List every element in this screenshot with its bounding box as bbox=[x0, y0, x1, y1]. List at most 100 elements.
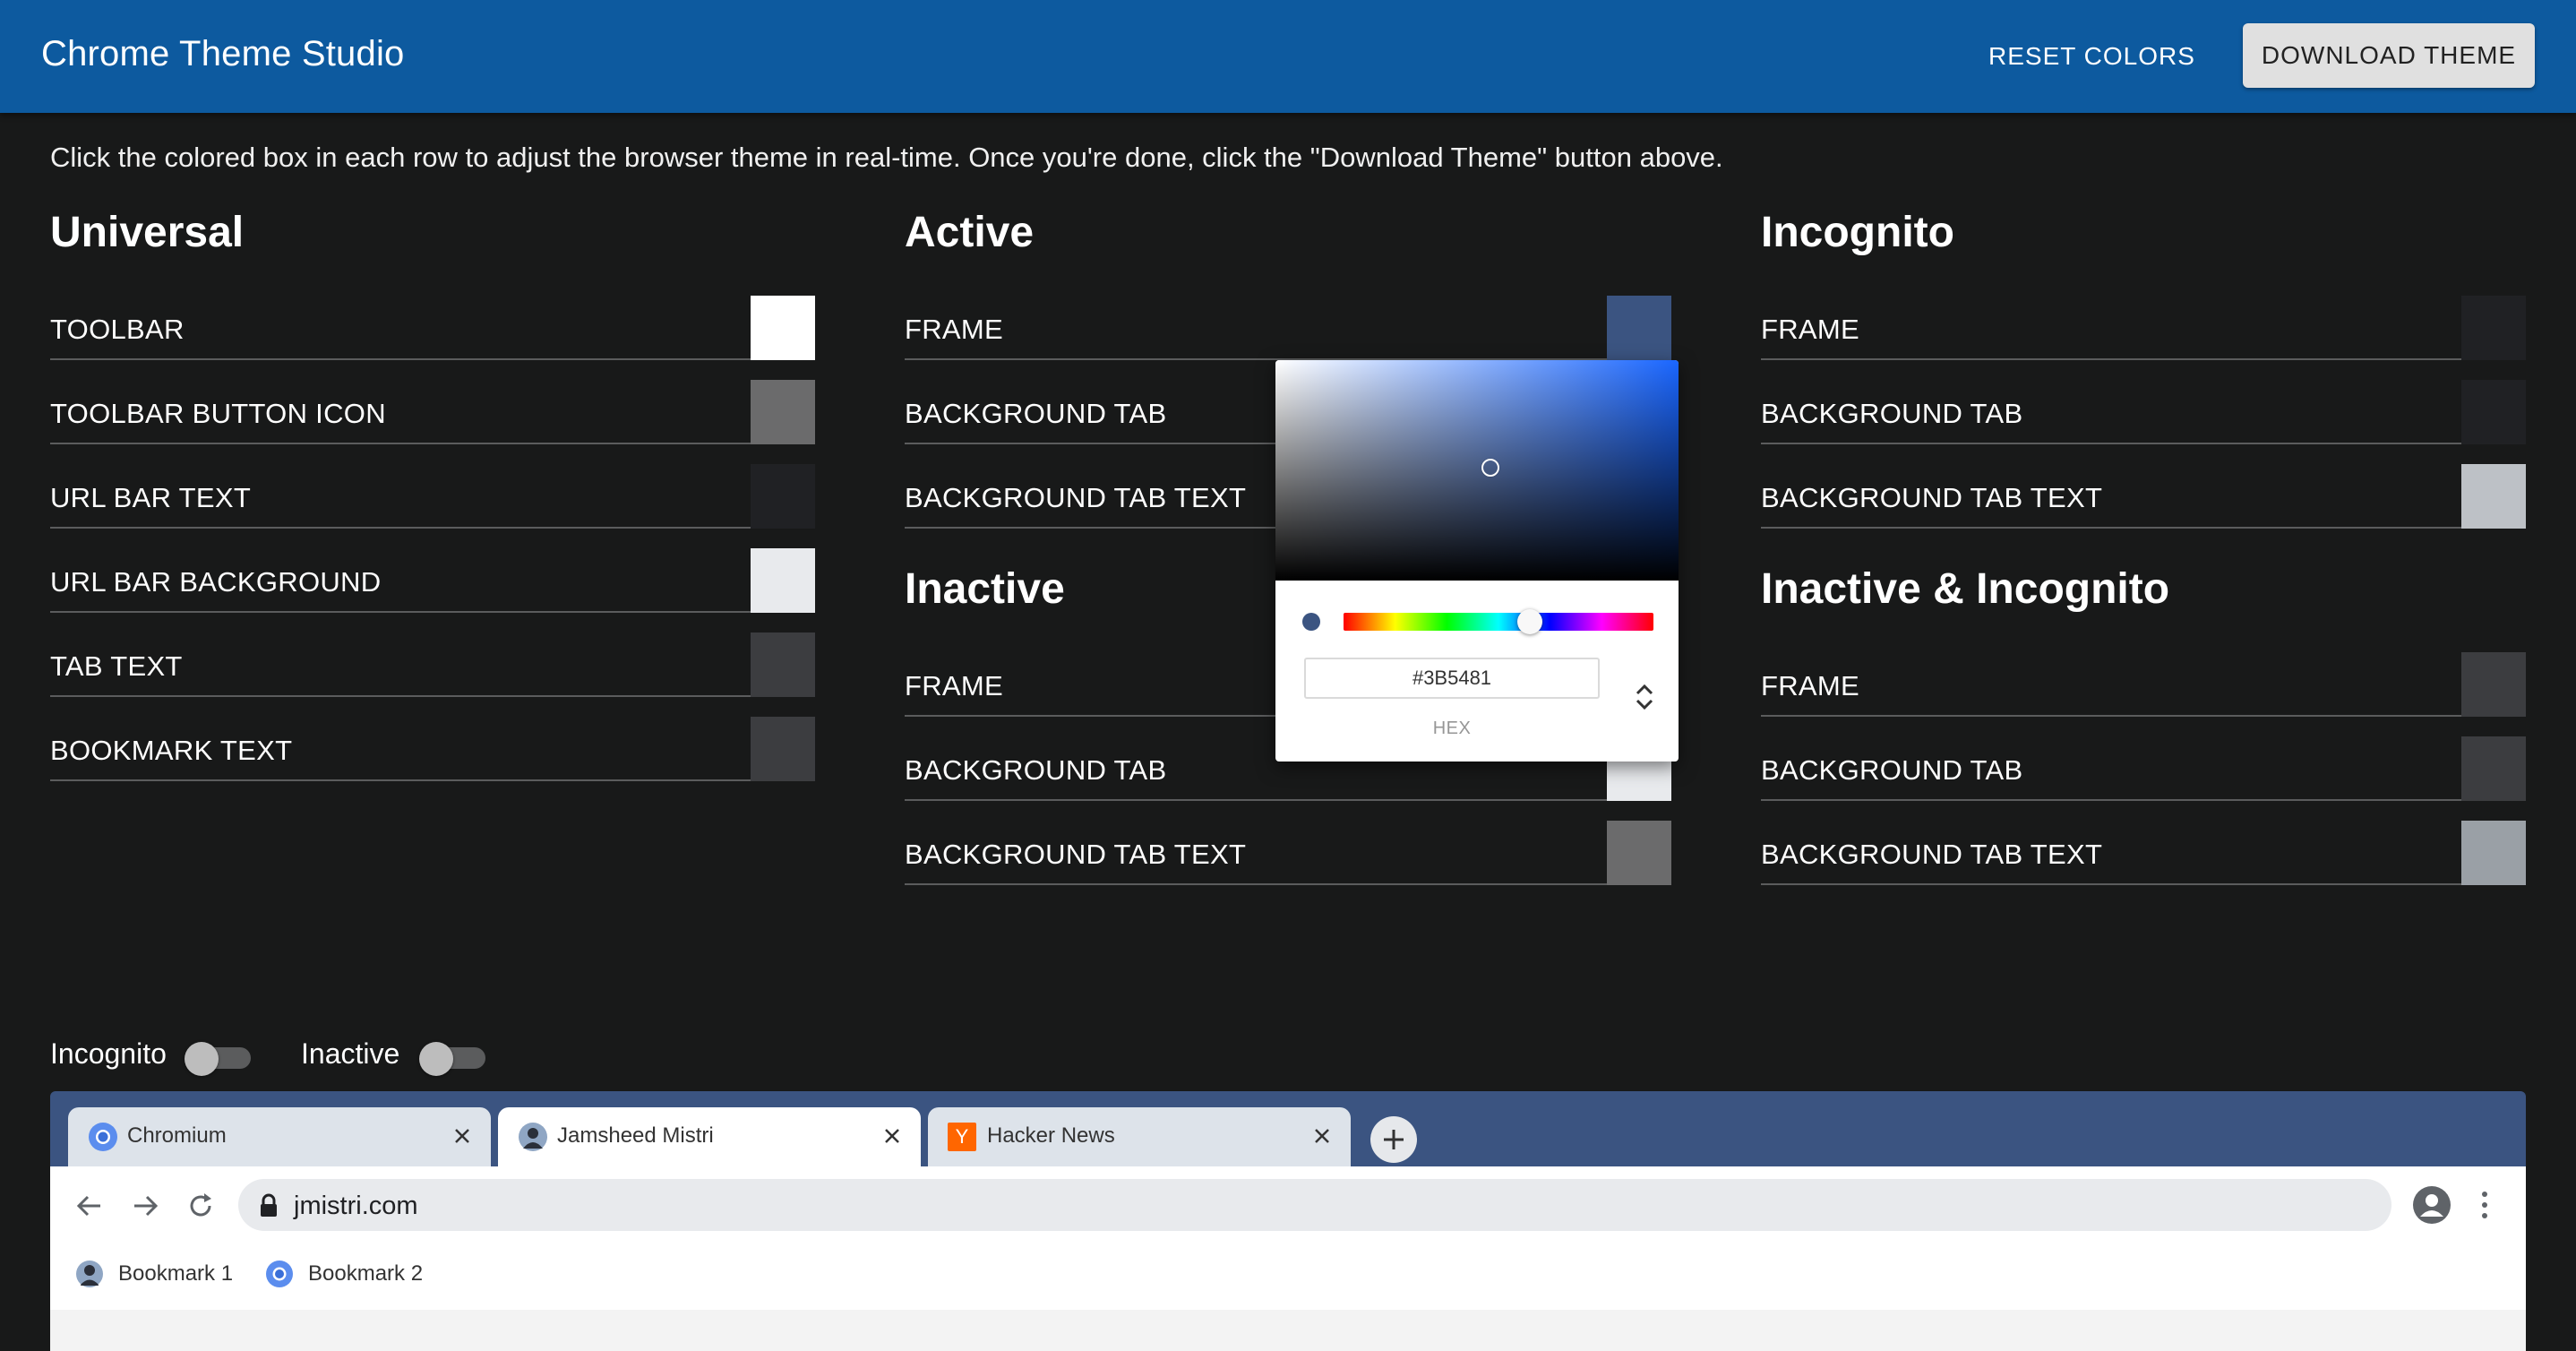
app-title: Chrome Theme Studio bbox=[41, 34, 404, 74]
color-swatch[interactable] bbox=[1607, 296, 1671, 360]
preview-toolbar: jmistri.com Bookmark 1 bbox=[50, 1166, 2526, 1351]
section-title-universal: Universal bbox=[50, 208, 244, 257]
toggle-thumb bbox=[185, 1042, 219, 1076]
section-title-active: Active bbox=[905, 208, 1034, 257]
reset-colors-button[interactable]: RESET COLORS bbox=[1988, 34, 2195, 79]
color-row-toolbar: TOOLBAR bbox=[50, 296, 815, 360]
row-label: FRAME bbox=[1761, 314, 1859, 346]
row-label: BACKGROUND TAB TEXT bbox=[905, 482, 1246, 514]
row-label: URL BAR TEXT bbox=[50, 482, 251, 514]
back-arrow-icon[interactable] bbox=[72, 1188, 107, 1224]
preview-tab-jamsheed-mistri[interactable]: Jamsheed Mistri bbox=[498, 1107, 921, 1166]
section-title-incognito: Incognito bbox=[1761, 208, 1954, 257]
row-label: BACKGROUND TAB bbox=[905, 398, 1166, 430]
lock-icon bbox=[258, 1193, 279, 1218]
chromium-icon bbox=[88, 1122, 118, 1152]
color-row-inactive-incognito-background-tab: BACKGROUND TAB bbox=[1761, 736, 2526, 801]
color-swatch[interactable] bbox=[751, 380, 815, 444]
color-row-tab-text: TAB TEXT bbox=[50, 632, 815, 697]
saturation-area[interactable] bbox=[1275, 360, 1679, 581]
close-icon[interactable] bbox=[876, 1120, 908, 1152]
row-label: FRAME bbox=[1761, 670, 1859, 702]
color-row-bookmark-text: BOOKMARK TEXT bbox=[50, 717, 815, 781]
color-swatch[interactable] bbox=[751, 717, 815, 781]
inactive-toggle[interactable] bbox=[419, 1042, 487, 1071]
row-label: BACKGROUND TAB bbox=[1761, 754, 2022, 787]
row-label: TAB TEXT bbox=[50, 650, 183, 683]
plus-icon bbox=[1370, 1116, 1417, 1163]
color-swatch[interactable] bbox=[2461, 652, 2526, 717]
color-row-incognito-frame: FRAME bbox=[1761, 296, 2526, 360]
row-label: BOOKMARK TEXT bbox=[50, 735, 292, 767]
hex-input[interactable] bbox=[1304, 658, 1600, 699]
color-row-inactive-background-tab-text: BACKGROUND TAB TEXT bbox=[905, 821, 1671, 885]
hue-slider-thumb[interactable] bbox=[1517, 609, 1542, 634]
page-content-area bbox=[50, 1310, 2526, 1351]
incognito-toggle[interactable] bbox=[185, 1042, 253, 1071]
row-label: BACKGROUND TAB TEXT bbox=[905, 839, 1246, 871]
hex-label: HEX bbox=[1304, 719, 1600, 739]
browser-preview: Chromium Jamsheed Mistri Y Hacker News bbox=[50, 1091, 2526, 1351]
color-row-active-frame: FRAME bbox=[905, 296, 1671, 360]
color-swatch[interactable] bbox=[2461, 736, 2526, 801]
color-swatch[interactable] bbox=[2461, 821, 2526, 885]
row-label: FRAME bbox=[905, 314, 1003, 346]
tab-title: Chromium bbox=[127, 1123, 227, 1149]
close-icon[interactable] bbox=[446, 1120, 478, 1152]
color-swatch[interactable] bbox=[2461, 380, 2526, 444]
incognito-toggle-label: Incognito bbox=[50, 1037, 167, 1071]
color-swatch[interactable] bbox=[2461, 464, 2526, 529]
row-label: BACKGROUND TAB TEXT bbox=[1761, 839, 2102, 871]
color-row-incognito-background-tab-text: BACKGROUND TAB TEXT bbox=[1761, 464, 2526, 529]
preview-tab-hacker-news[interactable]: Y Hacker News bbox=[928, 1107, 1351, 1166]
color-swatch[interactable] bbox=[751, 296, 815, 360]
tab-title: Hacker News bbox=[987, 1123, 1115, 1149]
color-swatch[interactable] bbox=[751, 464, 815, 529]
row-label: BACKGROUND TAB bbox=[905, 754, 1166, 787]
color-picker-popover: HEX bbox=[1275, 360, 1679, 762]
preview-tab-chromium[interactable]: Chromium bbox=[68, 1107, 491, 1166]
row-label: TOOLBAR bbox=[50, 314, 185, 346]
hacker-news-icon: Y bbox=[948, 1123, 976, 1151]
avatar-icon bbox=[518, 1122, 548, 1152]
forward-arrow-icon[interactable] bbox=[127, 1188, 163, 1224]
color-row-inactive-incognito-frame: FRAME bbox=[1761, 652, 2526, 717]
kebab-menu-icon[interactable] bbox=[2476, 1186, 2494, 1224]
section-title-inactive-incognito: Inactive & Incognito bbox=[1761, 564, 2169, 614]
color-row-incognito-background-tab: BACKGROUND TAB bbox=[1761, 380, 2526, 444]
color-swatch[interactable] bbox=[2461, 296, 2526, 360]
avatar-icon bbox=[75, 1260, 104, 1288]
instructions-text: Click the colored box in each row to adj… bbox=[50, 142, 1723, 174]
toggle-thumb bbox=[419, 1042, 453, 1076]
color-swatch[interactable] bbox=[751, 548, 815, 613]
color-mode-toggle-icon[interactable] bbox=[1627, 679, 1662, 715]
color-row-toolbar-button-icon: TOOLBAR BUTTON ICON bbox=[50, 380, 815, 444]
close-icon[interactable] bbox=[1306, 1120, 1338, 1152]
row-label: FRAME bbox=[905, 670, 1003, 702]
color-row-url-bar-background: URL BAR BACKGROUND bbox=[50, 548, 815, 613]
color-row-url-bar-text: URL BAR TEXT bbox=[50, 464, 815, 529]
color-swatch[interactable] bbox=[751, 632, 815, 697]
row-label: BACKGROUND TAB TEXT bbox=[1761, 482, 2102, 514]
row-label: URL BAR BACKGROUND bbox=[50, 566, 381, 598]
current-color-preview bbox=[1302, 613, 1320, 631]
app-bar: Chrome Theme Studio RESET COLORS DOWNLOA… bbox=[0, 0, 2576, 113]
new-tab-button[interactable] bbox=[1370, 1116, 1417, 1163]
color-row-inactive-incognito-background-tab-text: BACKGROUND TAB TEXT bbox=[1761, 821, 2526, 885]
download-theme-button[interactable]: DOWNLOAD THEME bbox=[2243, 23, 2535, 88]
profile-icon[interactable] bbox=[2411, 1184, 2452, 1226]
url-text: jmistri.com bbox=[294, 1192, 418, 1221]
color-swatch[interactable] bbox=[1607, 821, 1671, 885]
tab-title: Jamsheed Mistri bbox=[557, 1123, 714, 1149]
bookmark-label: Bookmark 1 bbox=[118, 1261, 233, 1286]
reload-icon[interactable] bbox=[183, 1188, 219, 1224]
inactive-toggle-label: Inactive bbox=[301, 1037, 399, 1071]
bookmark-label: Bookmark 2 bbox=[308, 1261, 423, 1286]
row-label: BACKGROUND TAB bbox=[1761, 398, 2022, 430]
section-title-inactive: Inactive bbox=[905, 564, 1065, 614]
row-label: TOOLBAR BUTTON ICON bbox=[50, 398, 386, 430]
url-bar[interactable]: jmistri.com bbox=[238, 1179, 2391, 1231]
saturation-cursor[interactable] bbox=[1481, 459, 1499, 477]
chromium-icon bbox=[265, 1260, 294, 1288]
hue-slider[interactable] bbox=[1344, 613, 1653, 631]
